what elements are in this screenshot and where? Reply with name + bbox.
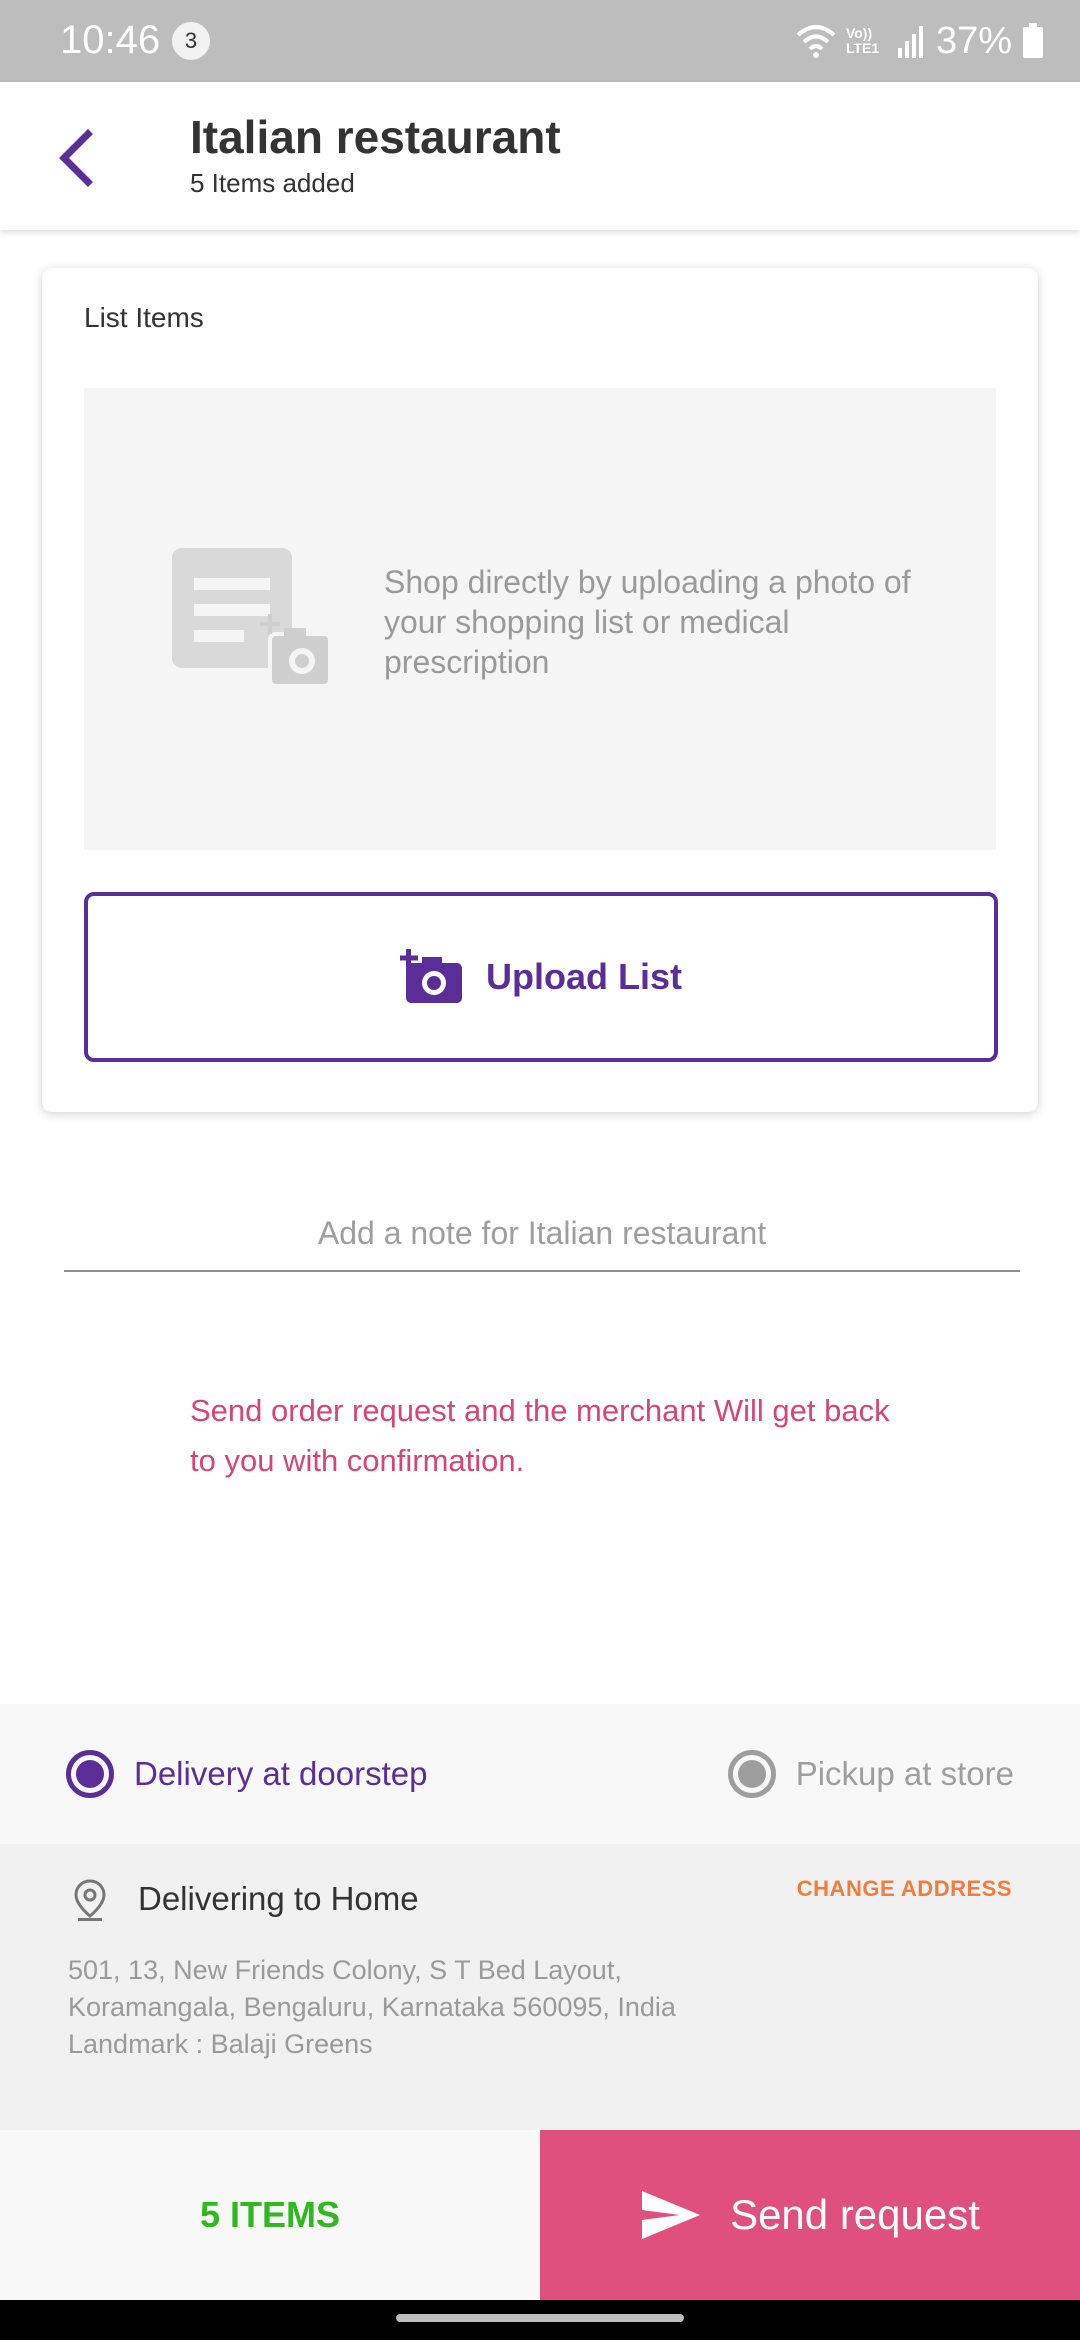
battery-icon	[1023, 23, 1043, 58]
address-lines: 501, 13, New Friends Colony, S T Bed Lay…	[68, 1955, 676, 2022]
network-type-label: Vo)) LTE1	[845, 25, 880, 56]
items-added-subtitle: 5 Items added	[190, 168, 355, 198]
delivery-address-section: Delivering to Home CHANGE ADDRESS 501, 1…	[0, 1844, 1080, 2130]
list-items-card: List Items Shop directly by uploading a …	[42, 268, 1038, 1112]
delivery-option-label: Delivery at doorstep	[134, 1755, 428, 1792]
pickup-option[interactable]: Pickup at store	[727, 1750, 1014, 1798]
app-bar: Italian restaurant 5 Items added	[0, 82, 1080, 230]
wifi-icon	[796, 25, 836, 58]
status-icons: Vo)) LTE1 37%	[796, 18, 1044, 64]
send-request-label: Send request	[730, 2191, 980, 2238]
change-address-link[interactable]: CHANGE ADDRESS	[797, 1876, 1012, 1902]
list-photo-icon	[172, 548, 332, 688]
note-input[interactable]	[64, 1196, 1020, 1272]
delivery-option[interactable]: Delivery at doorstep	[66, 1750, 427, 1798]
status-bar: 10:46 3 Vo)) LTE1 37%	[0, 0, 1080, 82]
add-photo-icon	[400, 949, 462, 1003]
send-icon	[642, 2191, 701, 2239]
delivery-radio[interactable]	[66, 1750, 114, 1798]
page-title: Italian restaurant	[190, 111, 561, 163]
address-text: 501, 13, New Friends Colony, S T Bed Lay…	[68, 1952, 748, 2063]
fulfillment-options: Delivery at doorstep Pickup at store	[0, 1704, 1080, 1844]
notification-count-badge: 3	[172, 22, 210, 60]
back-button[interactable]	[44, 118, 108, 198]
pickup-option-label: Pickup at store	[795, 1755, 1014, 1792]
items-count-area: 5 ITEMS	[0, 2130, 540, 2300]
home-indicator[interactable]	[396, 2314, 684, 2322]
order-request-info: Send order request and the merchant Will…	[190, 1393, 890, 1478]
upload-hint-text: Shop directly by uploading a photo of yo…	[384, 564, 911, 680]
status-time: 10:46	[60, 18, 161, 62]
signal-icon	[897, 26, 923, 58]
list-items-label: List Items	[84, 302, 204, 333]
back-arrow-icon	[59, 129, 93, 187]
items-count: 5 ITEMS	[199, 2194, 341, 2235]
address-landmark: Landmark : Balaji Greens	[68, 2029, 373, 2059]
upload-placeholder: Shop directly by uploading a photo of yo…	[84, 388, 996, 850]
battery-percent: 37%	[935, 19, 1012, 62]
pickup-radio[interactable]	[727, 1750, 776, 1798]
send-request-button[interactable]: Send request	[540, 2130, 1080, 2300]
location-pin-icon	[74, 1879, 106, 1921]
upload-list-label: Upload List	[486, 956, 682, 997]
delivering-to-label: Delivering to Home	[138, 1880, 419, 1917]
upload-list-button[interactable]: Upload List	[84, 892, 998, 1062]
